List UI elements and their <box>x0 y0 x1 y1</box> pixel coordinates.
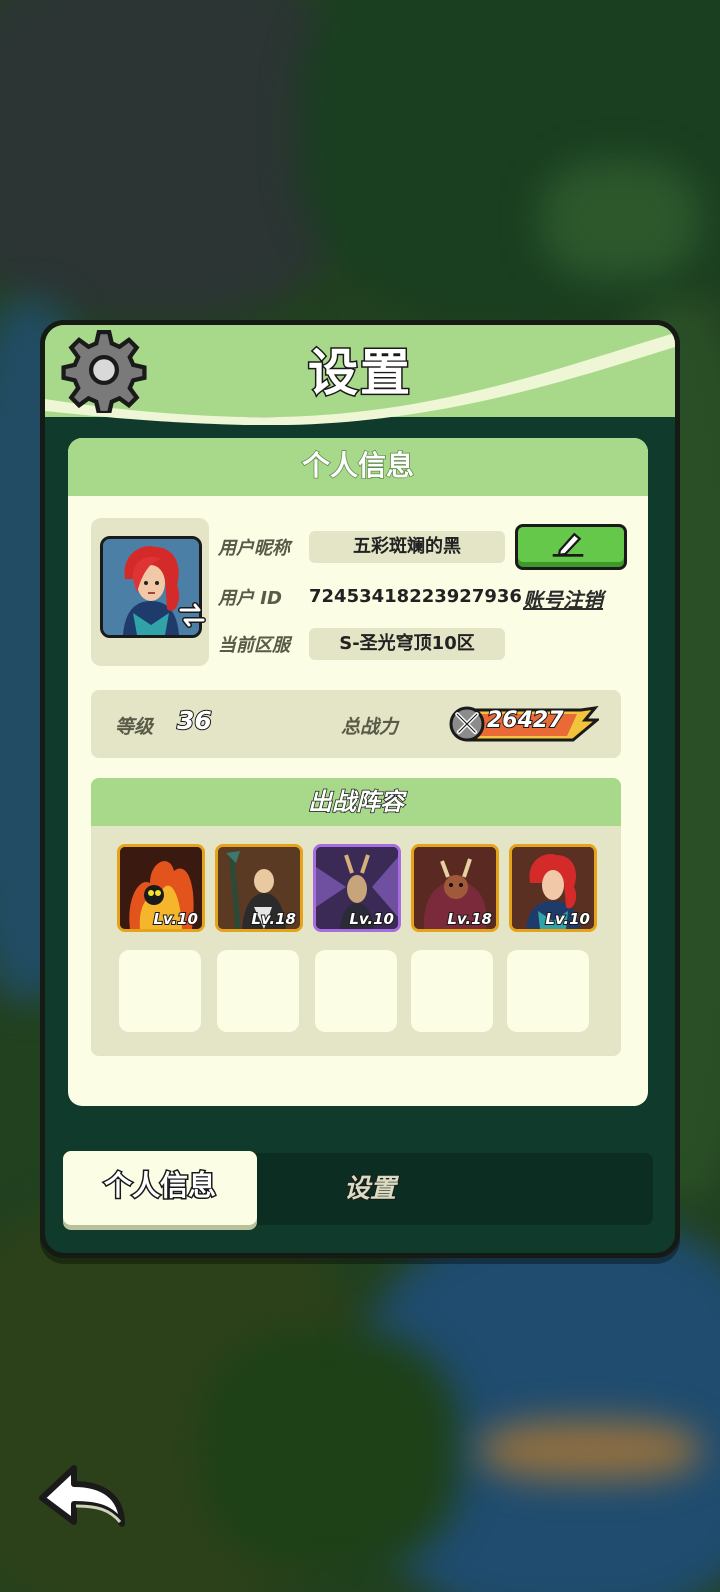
avatar-box <box>91 518 209 666</box>
level-label: 等级 <box>115 716 154 738</box>
hero-level: Lv.10 <box>152 909 199 929</box>
crossed-swords-icon <box>455 712 479 735</box>
hero-slot-1[interactable]: Lv.10 <box>117 844 205 932</box>
empty-hero-slot[interactable] <box>217 950 299 1032</box>
tab-personal-info[interactable]: 个人信息 <box>63 1151 257 1225</box>
edit-nickname-button[interactable] <box>515 524 627 570</box>
back-arrow-icon[interactable] <box>36 1462 128 1532</box>
swap-arrows-icon[interactable] <box>177 600 207 630</box>
power-label: 总战力 <box>341 716 399 738</box>
empty-hero-slot[interactable] <box>119 950 201 1032</box>
hero-level: Lv.18 <box>250 909 297 929</box>
tab-settings[interactable]: 设置 <box>305 1153 435 1225</box>
hero-slot-5[interactable]: Lv.10 <box>509 844 597 932</box>
empty-hero-slot[interactable] <box>507 950 589 1032</box>
profile-card: 个人信息 用户昵称 五彩斑斓的黑 用户 ID 72453418223927936… <box>68 438 648 1106</box>
nickname-value: 五彩斑斓的黑 <box>309 531 505 563</box>
hero-level: Lv.18 <box>446 909 493 929</box>
profile-section-title: 个人信息 <box>68 438 648 496</box>
panel-title: 设置 <box>307 343 412 404</box>
empty-hero-slot[interactable] <box>411 950 493 1032</box>
level-value: 36 <box>176 705 213 736</box>
stats-box: 等级 36 总战力 26427 <box>91 690 621 758</box>
battle-lineup: 出战阵容 Lv.10 Lv.18 Lv.10 Lv.18 Lv.10 <box>91 778 621 1056</box>
hero-level: Lv.10 <box>544 909 591 929</box>
hero-level: Lv.10 <box>348 909 395 929</box>
user-id-label: 用户 ID <box>218 588 282 609</box>
server-label: 当前区服 <box>218 635 290 656</box>
panel-header: 设置 <box>45 325 675 425</box>
user-id-value: 72453418223927936 <box>309 586 522 607</box>
hero-slot-3[interactable]: Lv.10 <box>313 844 401 932</box>
hero-slot-4[interactable]: Lv.18 <box>411 844 499 932</box>
account-cancel-link[interactable]: 账号注销 <box>523 584 603 613</box>
server-value: S-圣光穹顶10区 <box>309 628 505 660</box>
power-value: 26427 <box>486 707 565 734</box>
settings-panel: 设置 个人信息 用户昵称 五彩斑斓的黑 用户 ID 72453418223927… <box>40 320 680 1258</box>
empty-hero-slot[interactable] <box>315 950 397 1032</box>
lineup-title: 出战阵容 <box>91 778 621 826</box>
nickname-label: 用户昵称 <box>218 538 290 559</box>
power-badge: 26427 <box>449 706 599 742</box>
hero-slot-2[interactable]: Lv.18 <box>215 844 303 932</box>
pencil-icon <box>552 532 584 557</box>
